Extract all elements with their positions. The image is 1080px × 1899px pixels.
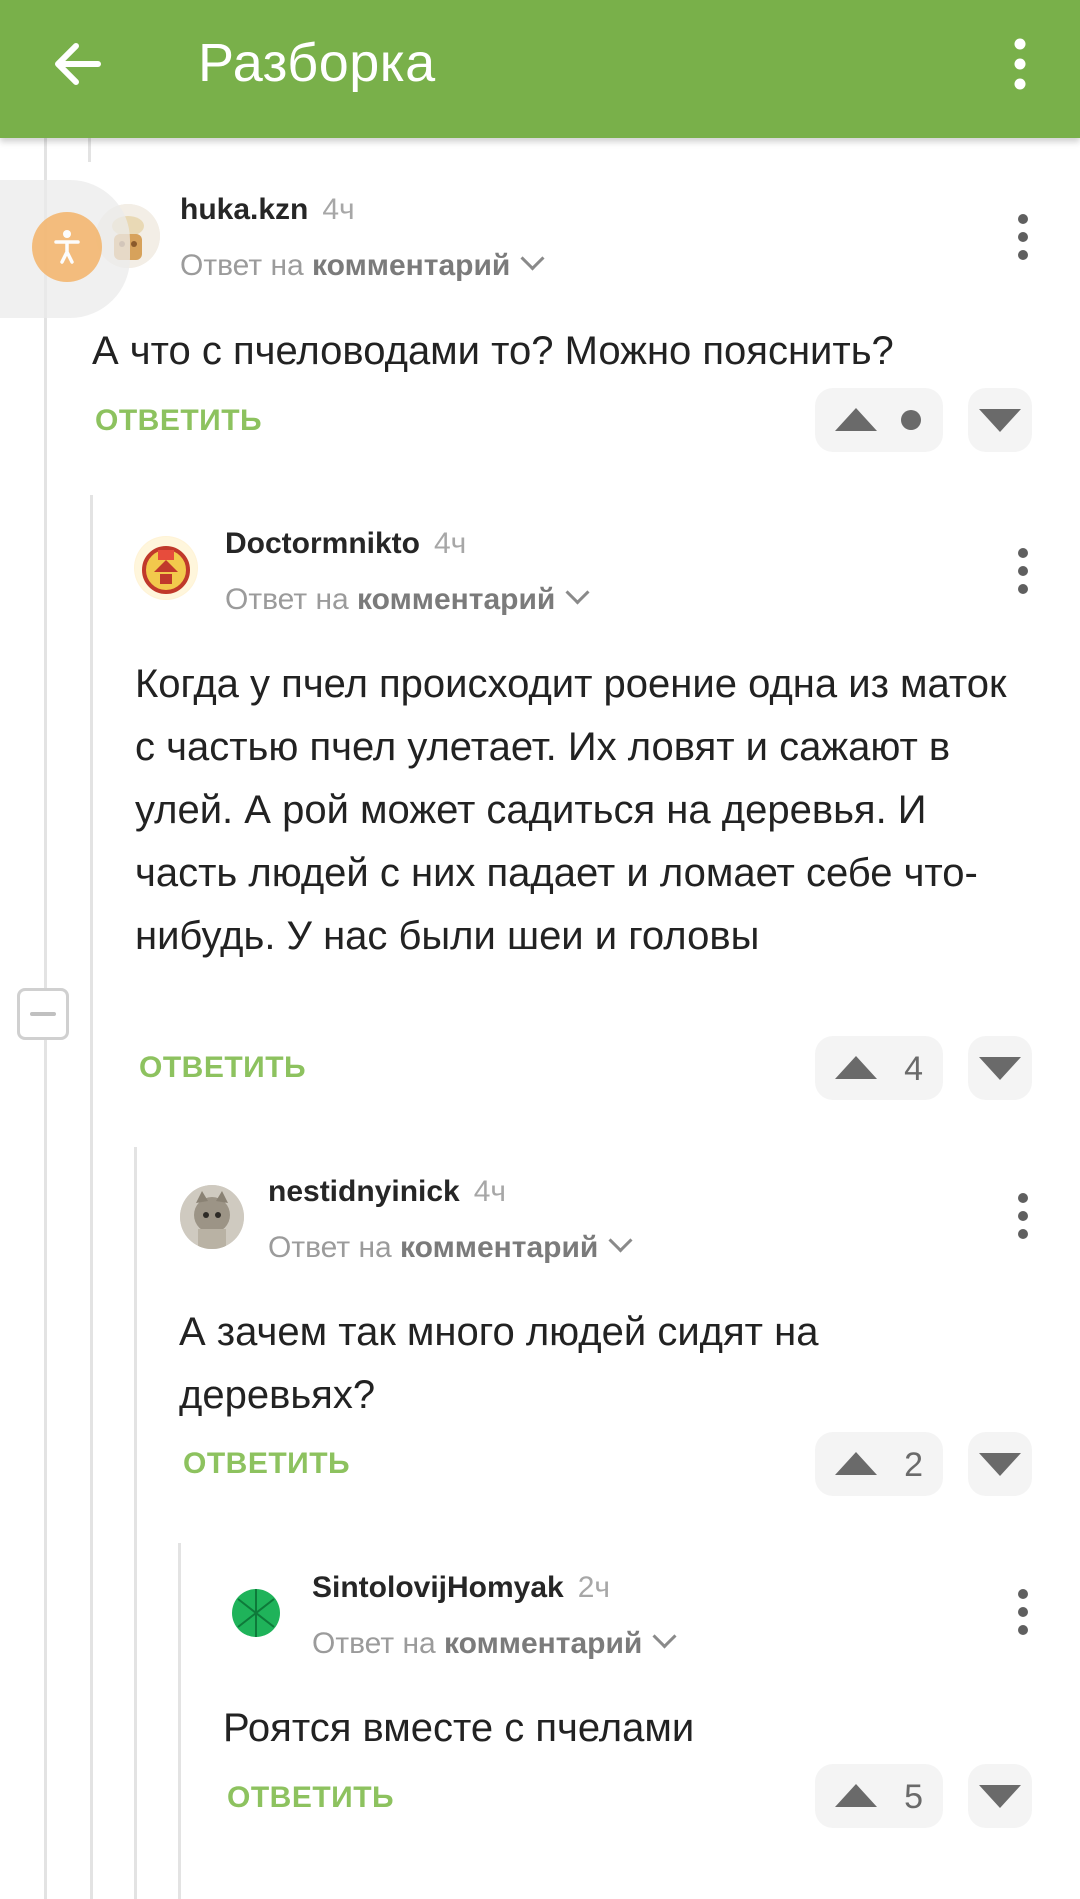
reply-button[interactable]: ОТВЕТИТЬ	[183, 1447, 350, 1481]
author-name[interactable]: SintolovijHomyak	[312, 1571, 564, 1604]
comment-time: 4ч	[322, 193, 355, 226]
author-name[interactable]: huka.kzn	[180, 193, 308, 226]
comment-text: А зачем так много людей сидят на деревья…	[179, 1310, 819, 1417]
hidden-score-dot-icon	[901, 410, 921, 430]
chevron-down-icon[interactable]	[565, 580, 590, 605]
author-name[interactable]: Doctormnikto	[225, 527, 420, 560]
comment-time: 2ч	[577, 1571, 611, 1604]
avatar-image	[180, 1185, 244, 1249]
comment-text: Роятся вместе с пчелами	[223, 1706, 695, 1750]
app-bar: Разборка	[0, 0, 1080, 138]
reply-to-prefix: Ответ на	[312, 1627, 436, 1660]
comment-time: 4ч	[473, 1175, 507, 1208]
upvote-pill[interactable]: 5	[815, 1764, 943, 1828]
reply-to-prefix: Ответ на	[268, 1231, 392, 1264]
upvote-icon[interactable]	[835, 408, 877, 431]
reply-to-target[interactable]: комментарий	[400, 1231, 598, 1264]
downvote-icon[interactable]	[979, 1453, 1021, 1476]
comments-screen: Разборка huka.kzn 4ч Ответ на комментари…	[0, 0, 1080, 1899]
chevron-down-icon[interactable]	[608, 1228, 633, 1253]
downvote-icon[interactable]	[979, 1785, 1021, 1808]
upvote-pill[interactable]	[815, 388, 943, 452]
comment-author[interactable]: Doctormnikto 4ч	[225, 527, 466, 561]
vote-score: 5	[904, 1778, 923, 1816]
comment-author[interactable]: nestidnyinick 4ч	[268, 1175, 506, 1209]
arrow-back-icon[interactable]	[48, 34, 108, 94]
comment-author[interactable]: SintolovijHomyak 2ч	[312, 1571, 610, 1605]
upvote-icon[interactable]	[835, 1784, 877, 1807]
thread-line-level-2	[134, 1147, 137, 1899]
avatar-image	[232, 1589, 280, 1637]
more-vert-icon[interactable]	[1000, 34, 1040, 94]
reply-button[interactable]: ОТВЕТИТЬ	[139, 1051, 306, 1085]
downvote-button[interactable]	[968, 1036, 1032, 1100]
comment-more-icon[interactable]	[1008, 212, 1038, 262]
reply-to-target[interactable]: комментарий	[444, 1627, 642, 1660]
reply-to-target[interactable]: комментарий	[312, 249, 510, 282]
reply-to-prefix: Ответ на	[225, 583, 349, 616]
reply-to-link[interactable]: Ответ на комментарий	[180, 246, 545, 283]
downvote-icon[interactable]	[979, 1057, 1021, 1080]
avatar[interactable]	[180, 1185, 244, 1249]
page-title: Разборка	[198, 33, 436, 93]
avatar[interactable]	[134, 536, 198, 600]
comment-time: 4ч	[434, 527, 467, 560]
upvote-pill[interactable]: 2	[815, 1432, 943, 1496]
upvote-pill[interactable]: 4	[815, 1036, 943, 1100]
collapse-thread-button[interactable]	[17, 988, 69, 1040]
thread-line-stub	[88, 138, 91, 162]
comment-author[interactable]: huka.kzn 4ч	[180, 193, 355, 227]
comment-more-icon[interactable]	[1008, 1191, 1038, 1241]
comment-more-icon[interactable]	[1008, 1587, 1038, 1637]
reply-button[interactable]: ОТВЕТИТЬ	[227, 1781, 394, 1815]
upvote-icon[interactable]	[835, 1056, 877, 1079]
reply-to-link[interactable]: Ответ на комментарий	[312, 1624, 677, 1661]
vote-score: 2	[904, 1446, 923, 1484]
vote-score: 4	[904, 1050, 923, 1088]
upvote-icon[interactable]	[835, 1452, 877, 1475]
minus-icon	[30, 1012, 56, 1016]
chevron-down-icon[interactable]	[520, 246, 545, 271]
downvote-button[interactable]	[968, 388, 1032, 452]
accessibility-button[interactable]	[32, 212, 102, 282]
reply-to-target[interactable]: комментарий	[357, 583, 555, 616]
chevron-down-icon[interactable]	[652, 1624, 677, 1649]
reply-to-link[interactable]: Ответ на комментарий	[268, 1228, 633, 1265]
reply-to-prefix: Ответ на	[180, 249, 304, 282]
accessibility-icon	[54, 230, 80, 264]
downvote-button[interactable]	[968, 1764, 1032, 1828]
avatar[interactable]	[224, 1581, 288, 1645]
author-name[interactable]: nestidnyinick	[268, 1175, 460, 1208]
downvote-icon[interactable]	[979, 409, 1021, 432]
avatar-emblem-image	[135, 537, 197, 599]
thread-line-level-1	[90, 495, 93, 1899]
thread-line-level-3	[178, 1543, 181, 1899]
comment-text: Когда у пчел происходит роение одна из м…	[135, 662, 1007, 958]
comment-more-icon[interactable]	[1008, 546, 1038, 596]
reply-button[interactable]: ОТВЕТИТЬ	[95, 404, 262, 438]
reply-to-link[interactable]: Ответ на комментарий	[225, 580, 590, 617]
comment-text: А что с пчеловодами то? Можно пояснить?	[92, 329, 894, 373]
downvote-button[interactable]	[968, 1432, 1032, 1496]
